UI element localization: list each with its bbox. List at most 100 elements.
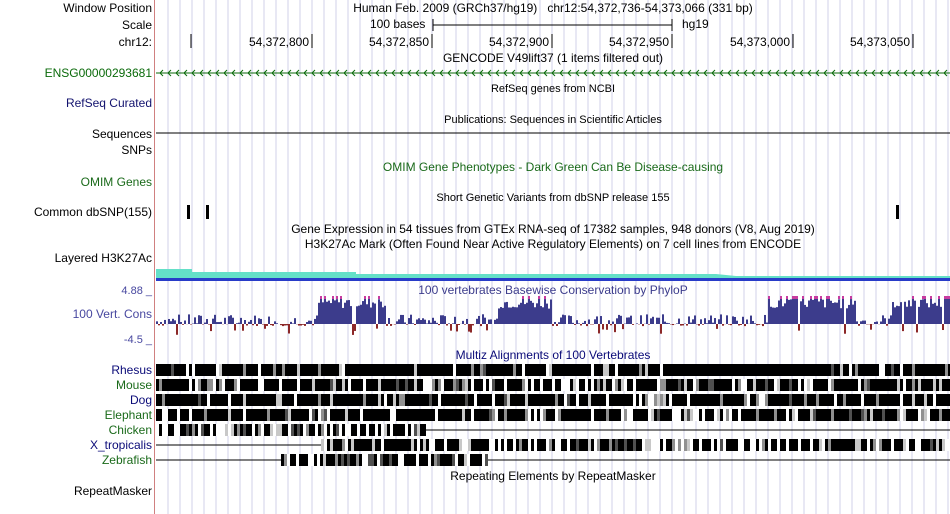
phylop-conservation-plot[interactable] (156, 286, 950, 346)
alignment-block (708, 379, 711, 391)
alignment-block (351, 409, 354, 421)
alignment-block (303, 364, 306, 376)
alignment-block (723, 379, 726, 391)
phylop-bar (246, 324, 248, 326)
dbsnp-variants[interactable] (156, 204, 950, 220)
phylop-bar (408, 318, 410, 324)
phylop-bar (750, 315, 752, 324)
gencode-gene-label[interactable]: ENSG00000293681 (45, 66, 152, 80)
alignment-block (375, 364, 378, 376)
species-label-zebrafish[interactable]: Zebrafish (102, 453, 152, 467)
omim-genes-label[interactable]: OMIM Genes (81, 175, 152, 189)
phylop-bar (240, 317, 242, 324)
alignment-block (603, 439, 606, 451)
alignment-block (195, 409, 198, 421)
alignment-block (828, 439, 831, 451)
species-label-elephant[interactable]: Elephant (105, 408, 152, 422)
phylop-cap (930, 296, 932, 299)
phylop-bar (806, 306, 808, 324)
alignment-block (315, 379, 318, 391)
phylop-bar (158, 324, 160, 326)
phylop-bar (840, 308, 842, 324)
alignment-block (411, 394, 414, 406)
alignment-block (717, 394, 720, 406)
alignment-block (402, 439, 405, 451)
alignment-block (309, 379, 312, 391)
repeatmasker-label[interactable]: RepeatMasker (74, 484, 152, 498)
gencode-gene-feature[interactable] (156, 69, 950, 77)
alignment-block (408, 364, 411, 376)
phylop-bar (656, 317, 658, 324)
h3k27ac-signal[interactable] (156, 266, 950, 282)
alignment-block (804, 439, 807, 451)
alignment-block (410, 454, 413, 466)
phylop-bar (754, 323, 756, 324)
alignment-block (678, 409, 681, 421)
layered-h3k27ac-label[interactable]: Layered H3K27Ac (55, 251, 152, 265)
phylop-bar (880, 321, 882, 324)
sequences-line[interactable] (156, 132, 950, 136)
sequences-label[interactable]: Sequences (92, 127, 152, 141)
species-label-chicken[interactable]: Chicken (109, 423, 152, 437)
species-label-dog[interactable]: Dog (130, 393, 152, 407)
alignment-block (834, 439, 837, 451)
alignment-block (864, 379, 867, 391)
alignment-block (234, 409, 237, 421)
alignment-block (372, 364, 375, 376)
alignment-block (405, 424, 408, 436)
alignment-block (177, 409, 180, 421)
snps-label[interactable]: SNPs (121, 143, 152, 157)
alignment-block (681, 364, 684, 376)
snp-variant[interactable] (187, 205, 190, 219)
alignment-block (342, 439, 345, 451)
alignment-block (450, 409, 453, 421)
phylop-bar (598, 324, 600, 334)
phylop-bar (622, 324, 624, 330)
alignment-block (249, 409, 252, 421)
alignment-block (819, 394, 822, 406)
alignment-block (348, 364, 351, 376)
alignment-block (690, 409, 693, 421)
alignment-block (402, 424, 405, 436)
alignment-block (374, 454, 377, 466)
alignment-block (468, 409, 471, 421)
snp-variant[interactable] (896, 205, 899, 219)
alignment-block (654, 439, 657, 451)
snp-variant[interactable] (206, 205, 209, 219)
alignment-block (750, 364, 753, 376)
alignment-block (804, 379, 807, 391)
alignment-block (483, 364, 486, 376)
common-dbsnp-label[interactable]: Common dbSNP(155) (34, 205, 152, 219)
alignment-block (306, 409, 309, 421)
alignment-block (210, 364, 213, 376)
alignment-block (180, 379, 183, 391)
alignment-block (525, 394, 528, 406)
alignment-block (774, 379, 777, 391)
alignment-block (771, 439, 774, 451)
phylop-bar (196, 323, 198, 324)
alignment-block (255, 424, 258, 436)
refseq-label[interactable]: RefSeq Curated (66, 96, 152, 110)
base-position-ruler[interactable]: 54,372,800 54,372,850 54,372,900 54,372,… (156, 33, 950, 49)
alignment-block (753, 394, 756, 406)
cons-track-label[interactable]: 100 Vert. Cons (73, 307, 152, 321)
alignment-block (249, 379, 252, 391)
alignment-block (452, 454, 455, 466)
alignment-block (366, 379, 369, 391)
alignment-block (561, 394, 564, 406)
multiz-alignment-blocks[interactable] (156, 362, 950, 472)
alignment-block (513, 379, 516, 391)
species-label-mouse[interactable]: Mouse (116, 378, 152, 392)
alignment-block (792, 379, 795, 391)
alignment-block (756, 394, 759, 406)
alignment-block (201, 394, 204, 406)
alignment-block (312, 379, 315, 391)
species-label-x-tropicalis[interactable]: X_tropicalis (90, 438, 152, 452)
alignment-block (516, 439, 519, 451)
alignment-block (477, 409, 480, 421)
alignment-block (156, 394, 159, 406)
alignment-block (855, 379, 858, 391)
phylop-bar (502, 307, 504, 324)
track-data-area[interactable]: Human Feb. 2009 (GRCh37/hg19) chr12:54,3… (156, 0, 950, 514)
species-label-rhesus[interactable]: Rhesus (111, 363, 152, 377)
